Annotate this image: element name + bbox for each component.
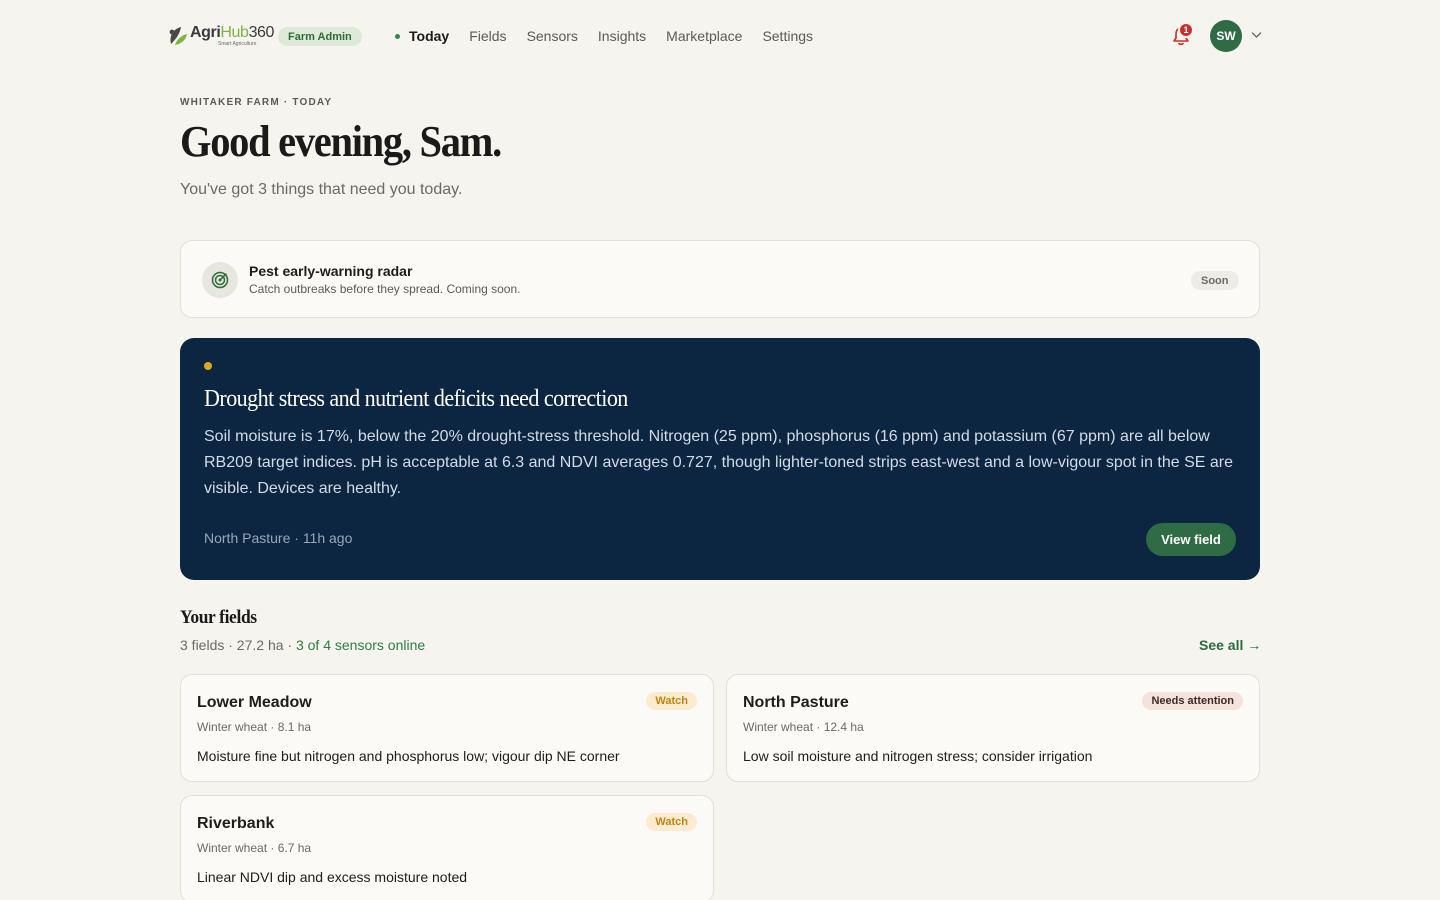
alert-title: Drought stress and nutrient deficits nee… — [204, 386, 628, 412]
field-note: Low soil moisture and nitrogen stress; c… — [743, 748, 1093, 764]
role-badge: Farm Admin — [278, 27, 362, 46]
sensors-online-status: 3 of 4 sensors online — [295, 637, 426, 653]
nav-item-label: Fields — [469, 28, 507, 44]
nav-item-fields[interactable]: Fields — [469, 26, 506, 46]
field-card-riverbank[interactable]: Riverbank Winter wheat · 6.7 ha Linear N… — [180, 795, 714, 900]
priority-alert-card: Drought stress and nutrient deficits nee… — [180, 338, 1260, 580]
fields-section-title: Your fields — [180, 607, 257, 628]
nav-item-label: Insights — [597, 28, 647, 44]
alert-body: Soil moisture is 17%, below the 20% drou… — [204, 428, 1234, 497]
nav-item-label: Sensors — [526, 28, 578, 44]
logo-wordmark: AgriHub360 Smart Agriculture — [190, 25, 274, 47]
alert-severity-dot — [204, 362, 212, 370]
user-avatar[interactable]: SW — [1210, 20, 1242, 52]
see-all-fields-link[interactable]: See all → — [1199, 637, 1261, 653]
field-note: Linear NDVI dip and excess moisture note… — [197, 869, 468, 885]
alert-meta: North Pasture · 11h ago — [204, 530, 353, 546]
nav-item-marketplace[interactable]: Marketplace — [666, 26, 742, 46]
field-card-lower-meadow[interactable]: Lower Meadow Winter wheat · 8.1 ha Moist… — [180, 674, 714, 782]
coming-soon-description: Catch outbreaks before they spread. Comi… — [249, 282, 521, 296]
nav-item-label: Settings — [762, 28, 814, 44]
nav-item-insights[interactable]: Insights — [598, 26, 646, 46]
field-crop: Winter wheat · 6.7 ha — [197, 841, 312, 855]
field-note: Moisture fine but nitrogen and phosphoru… — [197, 748, 620, 764]
nav-item-today[interactable]: Today — [395, 26, 449, 46]
view-field-button[interactable]: View field — [1146, 523, 1236, 556]
leaf-logo-icon — [169, 27, 187, 45]
status-badge: Watch — [646, 692, 697, 710]
page-eyebrow: WHITAKER FARM · TODAY — [180, 97, 333, 108]
status-badge: Watch — [646, 813, 697, 831]
field-card-north-pasture[interactable]: North Pasture Winter wheat · 12.4 ha Low… — [726, 674, 1260, 782]
page-subtitle: You've got 3 things that need you today. — [180, 181, 463, 198]
logo-tagline: Smart Agriculture — [218, 41, 257, 47]
main-nav: Today Fields Sensors Insights Marketplac… — [395, 26, 833, 46]
radar-icon — [202, 262, 238, 298]
agrihub-logo[interactable]: AgriHub360 Smart Agriculture — [167, 22, 274, 50]
nav-item-sensors[interactable]: Sensors — [527, 26, 578, 46]
soon-badge: Soon — [1191, 271, 1239, 290]
coming-soon-card: Pest early-warning radar Catch outbreaks… — [180, 240, 1260, 318]
coming-soon-title: Pest early-warning radar — [249, 263, 413, 279]
notification-count-badge: 1 — [1178, 22, 1194, 38]
field-name: North Pasture — [743, 694, 849, 711]
logo-name: AgriHub360 — [190, 24, 275, 41]
fields-summary: 3 fields · 27.2 ha · 3 of 4 sensors onli… — [180, 637, 426, 653]
nav-item-label: Today — [409, 28, 450, 44]
field-crop: Winter wheat · 12.4 ha — [743, 720, 864, 734]
field-name: Lower Meadow — [197, 694, 312, 711]
status-badge: Needs attention — [1142, 692, 1243, 710]
active-indicator-dot — [395, 33, 400, 39]
top-navigation-bar: AgriHub360 Smart Agriculture Farm Admin … — [0, 0, 1440, 72]
field-crop: Winter wheat · 8.1 ha — [197, 720, 312, 734]
page-title: Good evening, Sam. — [180, 117, 502, 166]
field-name: Riverbank — [197, 815, 275, 832]
chevron-down-icon[interactable] — [1251, 31, 1262, 39]
nav-item-settings[interactable]: Settings — [762, 26, 813, 46]
nav-item-label: Marketplace — [666, 28, 743, 44]
